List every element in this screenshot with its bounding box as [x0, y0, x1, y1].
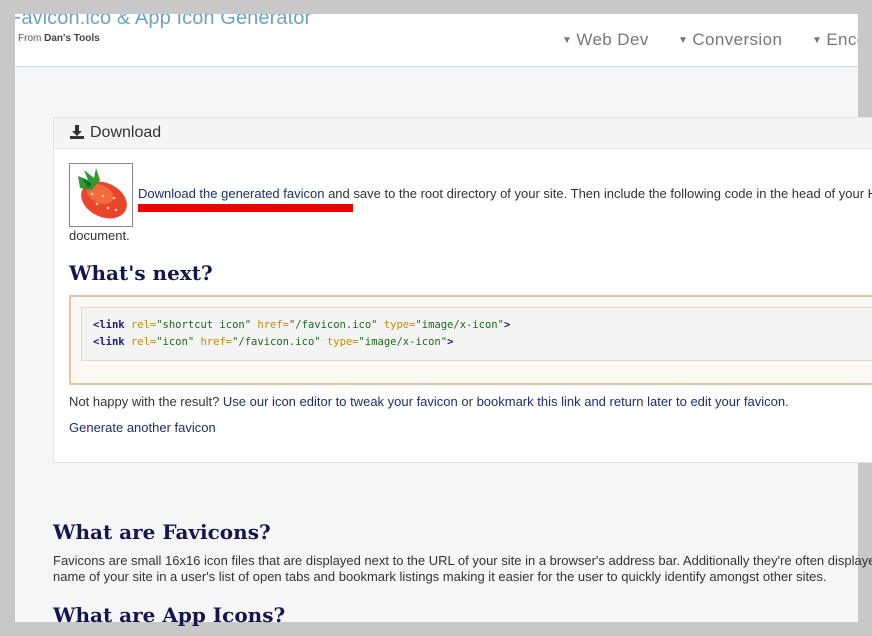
download-panel: Download Download the generated favicon …	[53, 117, 872, 463]
code-tag: >	[503, 319, 511, 331]
code-attr: href=	[251, 319, 289, 331]
favicons-description-line: name of your site in a user's list of op…	[53, 569, 827, 584]
site-subtitle: From Dan's Tools	[18, 33, 311, 44]
unhappy-text: Not happy with the result? Use our icon …	[69, 394, 789, 409]
download-instructions: Download the generated favicon and save …	[138, 186, 872, 201]
code-value: "icon"	[156, 336, 195, 348]
site-brand[interactable]: Favicon.ico & App Icon Generator From Da…	[15, 14, 311, 44]
nav-web-dev[interactable]: ▼ Web Dev	[562, 30, 649, 50]
favicons-description-line: Favicons are small 16x16 icon files that…	[53, 553, 872, 568]
code-container: <link rel="shortcut icon" href="/favicon…	[69, 295, 872, 385]
caret-down-icon: ▼	[562, 35, 573, 46]
code-tag: <link	[93, 336, 125, 348]
generate-another-link[interactable]: Generate another favicon	[69, 420, 216, 435]
nav-encode-label: Encod	[826, 30, 858, 49]
favicons-description: Favicons are small 16x16 icon files that…	[53, 553, 872, 585]
download-instructions-cont: document.	[69, 228, 130, 243]
nav-conversion[interactable]: ▼ Conversion	[678, 30, 782, 50]
nav-web-dev-label: Web Dev	[576, 30, 649, 49]
subtitle-brand: Dan's Tools	[44, 33, 100, 44]
favicon-preview-image	[69, 163, 133, 227]
download-heading-text: Download	[90, 124, 162, 141]
code-value: "/favicon.ico"	[232, 336, 321, 348]
what-are-app-icons-heading: What are App Icons?	[53, 603, 286, 627]
code-attr: rel=	[124, 336, 157, 348]
nav-encode[interactable]: ▼Encod	[812, 30, 858, 50]
site-title[interactable]: Favicon.ico & App Icon Generator	[15, 14, 311, 30]
download-icon	[70, 120, 84, 150]
bookmark-link[interactable]: bookmark this link and return later to e…	[477, 394, 786, 409]
red-highlight-underline	[138, 204, 353, 212]
code-tag: <link	[93, 319, 125, 331]
code-attr: rel=	[124, 319, 157, 331]
what-are-favicons-heading: What are Favicons?	[53, 520, 271, 544]
caret-down-icon: ▼	[678, 35, 689, 46]
whats-next-heading: What's next?	[69, 261, 213, 285]
download-panel-heading: Download	[54, 118, 872, 149]
code-attr: type=	[377, 319, 416, 331]
download-favicon-link[interactable]: Download the generated favicon	[138, 186, 324, 201]
code-line: <link rel="shortcut icon" href="/favicon…	[93, 319, 510, 331]
top-navbar: Favicon.ico & App Icon Generator From Da…	[15, 14, 858, 67]
code-attr: type=	[320, 336, 359, 348]
unhappy-prefix: Not happy with the result?	[69, 394, 223, 409]
code-value: "image/x-icon"	[358, 336, 448, 348]
unhappy-end: .	[785, 394, 789, 409]
code-tag: >	[447, 336, 454, 348]
download-instructions-rest: and save to the root directory of your s…	[324, 186, 872, 201]
frame-top	[0, 0, 872, 2]
caret-down-icon: ▼	[812, 35, 823, 46]
code-snippet[interactable]: <link rel="shortcut icon" href="/favicon…	[81, 307, 872, 361]
code-attr: href=	[194, 336, 233, 348]
code-value: "image/x-icon"	[415, 319, 504, 331]
icon-editor-link[interactable]: Use our icon editor to tweak your favico…	[223, 394, 458, 409]
code-value: "/favicon.ico"	[288, 319, 378, 331]
code-line: <link rel="icon" href="/favicon.ico" typ…	[93, 336, 453, 348]
unhappy-or: or	[457, 394, 477, 409]
generate-another-wrap: Generate another favicon	[69, 420, 216, 435]
code-value: "shortcut icon"	[156, 319, 252, 331]
subtitle-prefix: From	[18, 33, 42, 44]
nav-conversion-label: Conversion	[692, 30, 783, 49]
